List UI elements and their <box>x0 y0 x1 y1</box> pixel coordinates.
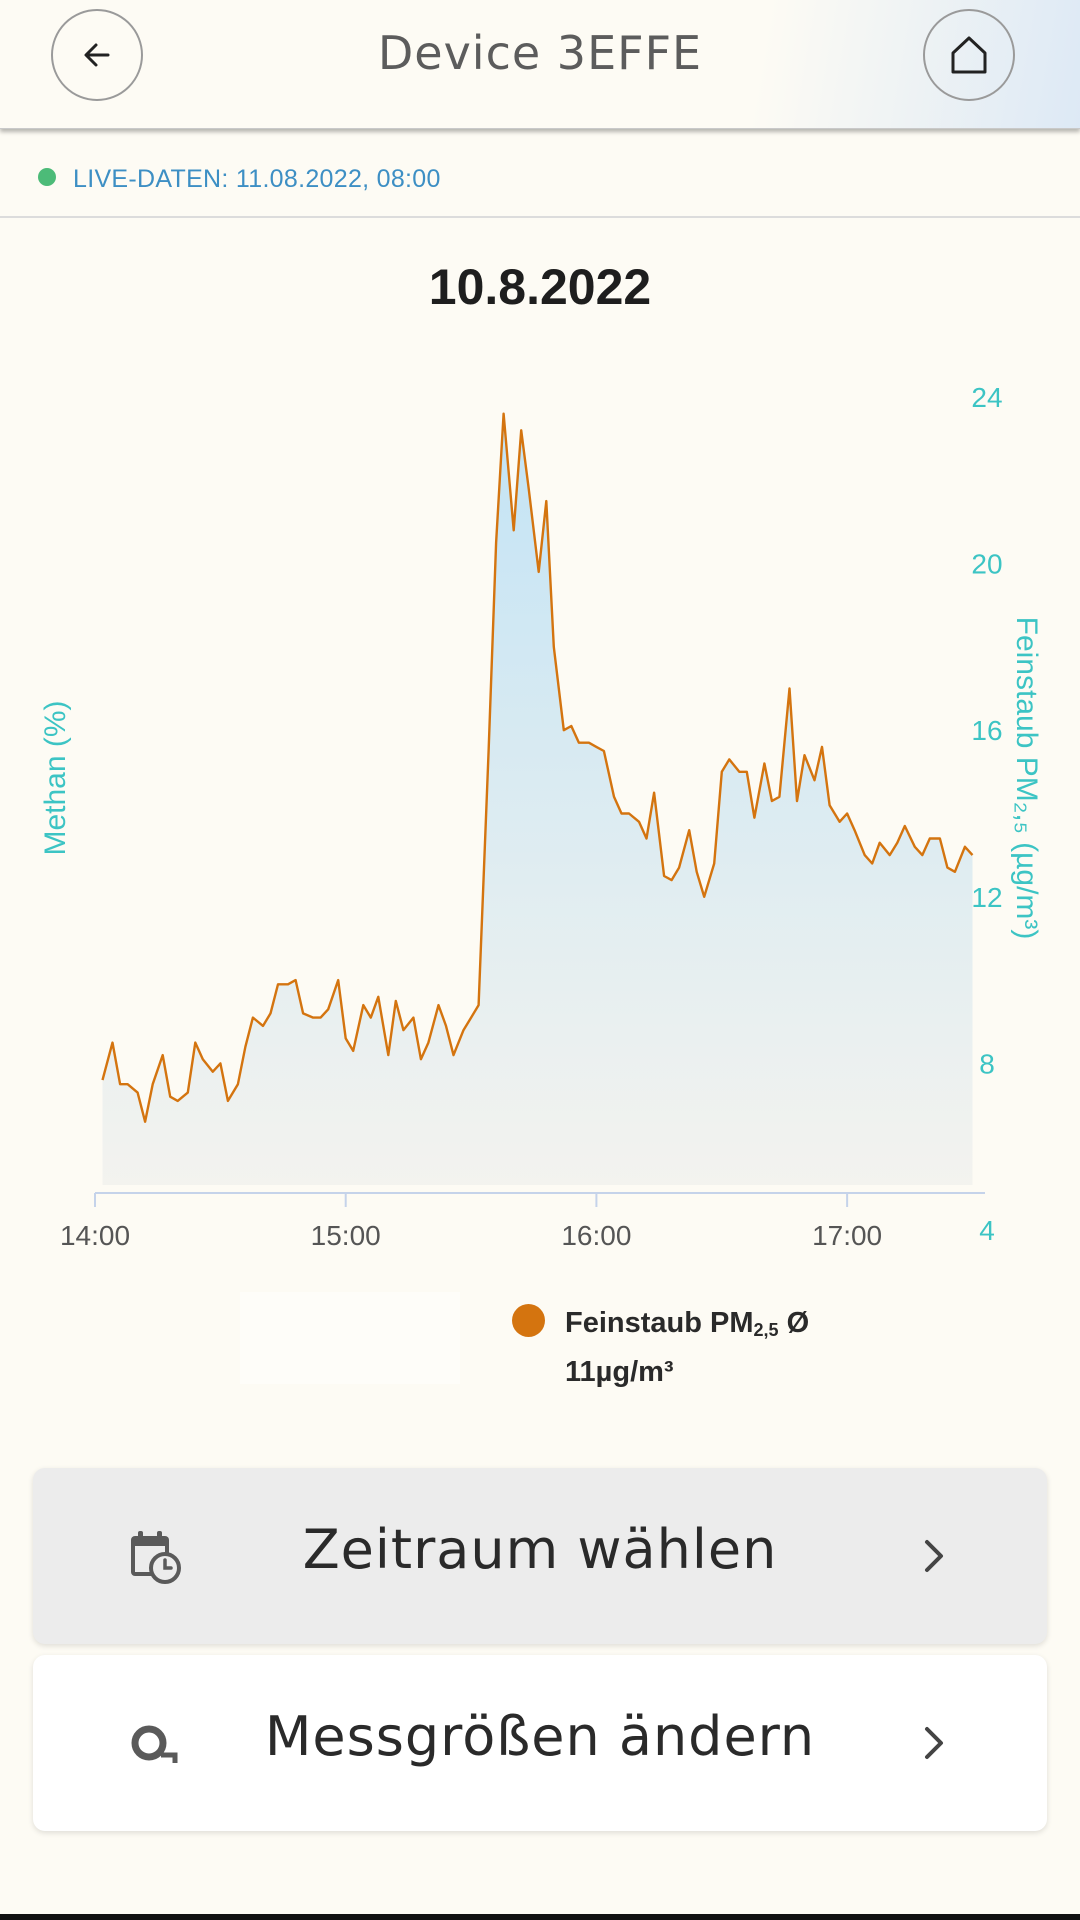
legend-label: Feinstaub PM2,5 Ø 11µg/m³ <box>565 1307 810 1388</box>
change-measurements-label: Messgrößen ändern <box>264 1705 816 1768</box>
x-tick-label: 16:00 <box>561 1220 631 1251</box>
home-button[interactable] <box>923 9 1015 101</box>
live-data-bar: LIVE-DATEN: 11.08.2022, 08:00 <box>0 130 1080 218</box>
page-title: Device 3EFFE <box>377 26 703 80</box>
live-data-timestamp: LIVE-DATEN: 11.08.2022, 08:00 <box>73 165 441 193</box>
choose-period-label: Zeitraum wählen <box>302 1518 778 1581</box>
y-tick-label: 12 <box>971 882 1002 913</box>
y-tick-label: 24 <box>971 382 1002 413</box>
chevron-right-icon <box>925 1727 943 1759</box>
x-tick-label: 14:00 <box>60 1220 130 1251</box>
y-tick-label: 20 <box>971 549 1002 580</box>
chevron-right-icon <box>925 1540 943 1572</box>
x-tick-label: 15:00 <box>311 1220 381 1251</box>
y-tick-label: 8 <box>979 1048 995 1079</box>
legend-empty-slot <box>240 1292 460 1384</box>
change-measurements-button[interactable]: Messgrößen ändern <box>33 1655 1047 1831</box>
live-status-dot <box>38 168 56 186</box>
choose-period-button[interactable]: Zeitraum wählen <box>33 1468 1047 1644</box>
y-axis-left-label: Methan (%) <box>39 700 72 855</box>
home-icon <box>951 36 987 74</box>
chart-date-title: 10.8.2022 <box>428 259 652 315</box>
series-area <box>102 413 973 1185</box>
bottom-edge <box>0 1914 1080 1920</box>
legend-marker <box>512 1304 545 1337</box>
pm25-chart: 14:00 15:00 16:00 17:00 4 8 12 16 20 24 Methan (%)… <box>39 382 1043 1251</box>
x-tick-label: 17:00 <box>812 1220 882 1251</box>
app-header: Device 3EFFE <box>0 0 1080 129</box>
y-tick-label: 4 <box>979 1215 995 1246</box>
y-tick-label: 16 <box>971 715 1002 746</box>
y-axis-right-label: Feinstaub PM₂,₅ (µg/m³) <box>1010 617 1043 940</box>
